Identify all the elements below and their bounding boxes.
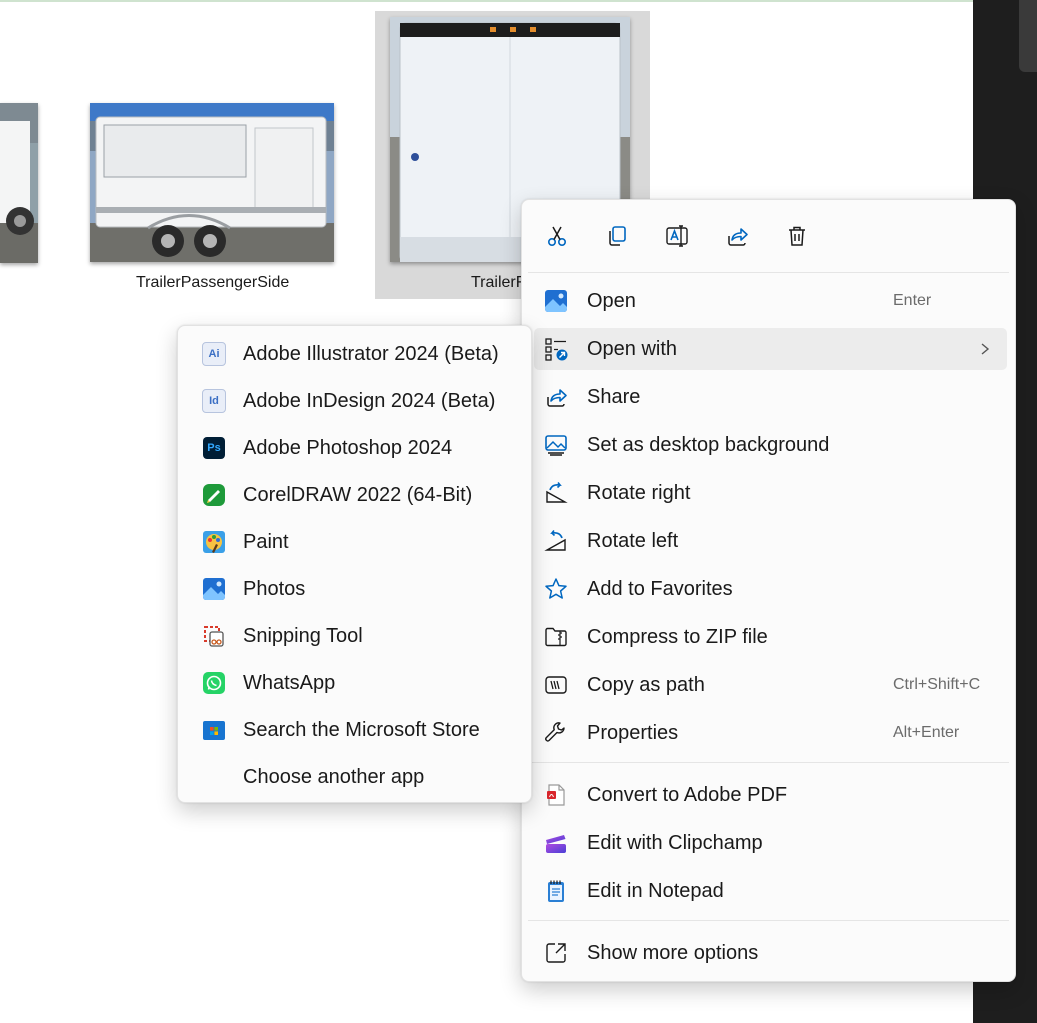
menu-item-copy-as-path[interactable]: Copy as path Ctrl+Shift+C: [534, 664, 1007, 706]
menu-item-label: Copy as path: [587, 673, 705, 696]
submenu-item-label: Photos: [243, 577, 306, 600]
indesign-icon: Id: [202, 389, 226, 413]
window-top-edge: [0, 0, 973, 2]
menu-item-edit-with-clipchamp[interactable]: Edit with Clipchamp: [534, 822, 1007, 864]
cut-button[interactable]: [539, 218, 575, 254]
submenu-item-label: CorelDRAW 2022 (64-Bit): [243, 483, 473, 506]
menu-separator: [528, 920, 1009, 921]
menu-item-open[interactable]: Open Enter: [534, 280, 1007, 322]
thumbnail-label: TrailerF: [471, 274, 526, 291]
menu-item-compress-zip[interactable]: Compress to ZIP file: [534, 616, 1007, 658]
submenu-item-photos[interactable]: Photos: [190, 567, 521, 611]
menu-separator: [528, 272, 1009, 273]
delete-button[interactable]: [779, 218, 815, 254]
microsoft-store-icon: [202, 718, 226, 742]
context-menu: Open Enter Open with Share Set as deskto…: [521, 199, 1016, 982]
menu-item-add-to-favorites[interactable]: Add to Favorites: [534, 568, 1007, 610]
menu-item-set-desktop-background[interactable]: Set as desktop background: [534, 424, 1007, 466]
menu-item-rotate-right[interactable]: Rotate right: [534, 472, 1007, 514]
delete-icon: [789, 226, 805, 246]
illustrator-icon: Ai: [202, 342, 226, 366]
zip-folder-icon: [544, 625, 568, 649]
submenu-item-label: Snipping Tool: [243, 624, 363, 647]
rotate-right-icon: [544, 481, 568, 505]
menu-item-open-with[interactable]: Open with: [534, 328, 1007, 370]
show-more-options-icon: [544, 941, 568, 965]
copy-icon: [609, 226, 626, 246]
copy-path-icon: [544, 673, 568, 697]
wrench-icon: [544, 721, 568, 745]
submenu-item-label: Search the Microsoft Store: [243, 718, 480, 741]
chevron-right-icon: [977, 339, 993, 364]
scrollbar-thumb[interactable]: [1019, 0, 1037, 72]
menu-item-label: Edit with Clipchamp: [587, 831, 763, 854]
rotate-left-icon: [544, 529, 568, 553]
clipchamp-icon: [544, 831, 568, 855]
photos-icon: [202, 577, 226, 601]
menu-item-label: Show more options: [587, 941, 759, 964]
submenu-item-label: Choose another app: [243, 765, 425, 788]
submenu-item-label: Paint: [243, 530, 289, 553]
notepad-icon: [544, 879, 568, 903]
star-icon: [544, 577, 568, 601]
snipping-tool-icon: [202, 624, 226, 648]
menu-item-label: Edit in Notepad: [587, 879, 724, 902]
copy-button[interactable]: [599, 218, 635, 254]
share-icon: [544, 385, 568, 409]
menu-item-convert-to-adobe-pdf[interactable]: Convert to Adobe PDF: [534, 774, 1007, 816]
menu-item-label: Add to Favorites: [587, 577, 733, 600]
submenu-item-choose-another-app[interactable]: Choose another app: [190, 755, 521, 799]
submenu-item-indesign[interactable]: Id Adobe InDesign 2024 (Beta): [190, 379, 521, 423]
submenu-item-photoshop[interactable]: Ps Adobe Photoshop 2024: [190, 426, 521, 470]
submenu-item-snipping-tool[interactable]: Snipping Tool: [190, 614, 521, 658]
menu-item-label: Rotate right: [587, 481, 691, 504]
photos-icon: [544, 289, 568, 313]
submenu-item-label: WhatsApp: [243, 671, 336, 694]
menu-item-label: Rotate left: [587, 529, 679, 552]
rename-button[interactable]: [659, 218, 695, 254]
submenu-item-coreldraw[interactable]: CorelDRAW 2022 (64-Bit): [190, 473, 521, 517]
menu-separator: [528, 762, 1009, 763]
paint-icon: [202, 530, 226, 554]
share-icon: [728, 228, 748, 246]
menu-item-label: Open with: [587, 337, 678, 360]
share-button[interactable]: [719, 218, 755, 254]
submenu-item-microsoft-store[interactable]: Search the Microsoft Store: [190, 708, 521, 752]
desktop-background-icon: [544, 433, 568, 457]
thumbnail-image: [90, 103, 334, 262]
menu-item-label: Convert to Adobe PDF: [587, 783, 788, 806]
menu-item-rotate-left[interactable]: Rotate left: [534, 520, 1007, 562]
thumbnail-label: TrailerPassengerSide: [136, 274, 290, 291]
whatsapp-icon: [202, 671, 226, 695]
shortcut-text: Ctrl+Shift+C: [893, 676, 981, 693]
menu-item-properties[interactable]: Properties Alt+Enter: [534, 712, 1007, 754]
submenu-item-label: Adobe Illustrator 2024 (Beta): [243, 342, 499, 365]
submenu-item-paint[interactable]: Paint: [190, 520, 521, 564]
thumbnail-image: [0, 103, 38, 263]
submenu-item-illustrator[interactable]: Ai Adobe Illustrator 2024 (Beta): [190, 332, 521, 376]
coreldraw-icon: [202, 483, 226, 507]
menu-item-label: Compress to ZIP file: [587, 625, 768, 648]
menu-item-label: Set as desktop background: [587, 433, 830, 456]
menu-item-share[interactable]: Share: [534, 376, 1007, 418]
open-with-submenu: Ai Adobe Illustrator 2024 (Beta) Id Adob…: [177, 325, 532, 803]
menu-item-edit-in-notepad[interactable]: Edit in Notepad: [534, 870, 1007, 912]
menu-item-label: Properties: [587, 721, 679, 744]
menu-item-label: Share: [587, 385, 641, 408]
submenu-item-label: Adobe Photoshop 2024: [243, 436, 453, 459]
menu-item-show-more-options[interactable]: Show more options: [534, 932, 1007, 974]
menu-item-label: Open: [587, 289, 636, 312]
rename-icon: [666, 225, 688, 247]
context-menu-toolbar: [522, 200, 1015, 272]
open-with-icon: [544, 337, 568, 361]
shortcut-text: Enter: [893, 292, 932, 309]
shortcut-text: Alt+Enter: [893, 724, 960, 741]
adobe-pdf-icon: [544, 783, 568, 807]
cut-icon: [547, 226, 567, 247]
photoshop-icon: Ps: [202, 436, 226, 460]
submenu-item-label: Adobe InDesign 2024 (Beta): [243, 389, 496, 412]
submenu-item-whatsapp[interactable]: WhatsApp: [190, 661, 521, 705]
